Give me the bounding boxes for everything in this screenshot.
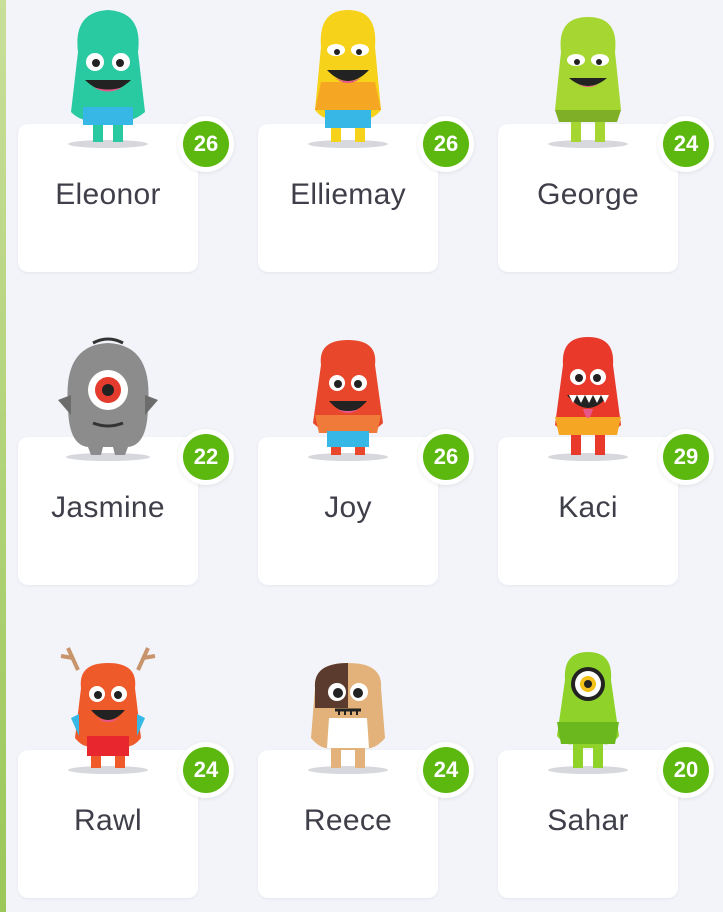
student-card-elliemay[interactable]: Elliemay 26 (258, 0, 474, 272)
student-name: Jasmine (51, 491, 165, 524)
points-badge: 24 (418, 742, 474, 798)
red-toothy-monster-icon (533, 305, 643, 465)
points-badge: 26 (418, 116, 474, 172)
student-card-joy[interactable]: Joy 26 (258, 305, 474, 585)
red-monster-icon (293, 305, 403, 465)
points-value: 24 (183, 747, 229, 793)
student-card-jasmine[interactable]: Jasmine 22 (18, 305, 234, 585)
yellow-monster-icon (293, 0, 403, 152)
points-badge: 22 (178, 429, 234, 485)
points-value: 26 (183, 121, 229, 167)
orange-antlered-monster-icon (53, 618, 163, 778)
student-card-reece[interactable]: Reece 24 (258, 618, 474, 898)
student-name: Eleonor (55, 178, 161, 211)
points-value: 29 (663, 434, 709, 480)
student-name: Rawl (74, 804, 142, 837)
teal-monster-icon (53, 0, 163, 152)
student-grid: Eleonor 26 Elliemay 26 George 24 Jasmine… (0, 0, 723, 912)
gray-one-eyed-monster-icon (53, 305, 163, 465)
student-name: Sahar (547, 804, 629, 837)
student-name: Reece (303, 804, 393, 837)
points-value: 24 (423, 747, 469, 793)
points-value: 26 (423, 434, 469, 480)
points-badge: 24 (178, 742, 234, 798)
points-value: 26 (423, 121, 469, 167)
student-card-sahar[interactable]: Sahar 20 (498, 618, 714, 898)
points-badge: 26 (178, 116, 234, 172)
lime-monster-icon (533, 0, 643, 152)
green-one-eyed-monster-icon (533, 618, 643, 778)
points-badge: 26 (418, 429, 474, 485)
points-value: 22 (183, 434, 229, 480)
student-card-rawl[interactable]: Rawl 24 (18, 618, 234, 898)
student-name: Elliemay (290, 178, 406, 211)
student-name: George (537, 178, 639, 211)
patchwork-monster-icon (293, 618, 403, 778)
class-roster: Eleonor 26 Elliemay 26 George 24 Jasmine… (0, 0, 723, 912)
points-badge: 20 (658, 742, 714, 798)
points-badge: 24 (658, 116, 714, 172)
student-card-eleonor[interactable]: Eleonor 26 (18, 0, 234, 272)
student-card-kaci[interactable]: Kaci 29 (498, 305, 714, 585)
student-name: Kaci (558, 491, 618, 524)
points-value: 24 (663, 121, 709, 167)
points-value: 20 (663, 747, 709, 793)
student-name: Joy (324, 491, 372, 524)
points-badge: 29 (658, 429, 714, 485)
student-card-george[interactable]: George 24 (498, 0, 714, 272)
